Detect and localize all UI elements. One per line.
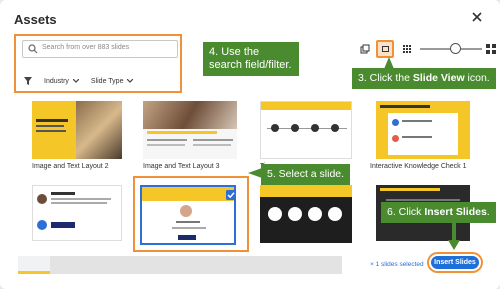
callout-arrow [448, 220, 460, 250]
filter-bar: Industry Slide Type [24, 75, 134, 87]
filter-icon [24, 77, 32, 85]
chevron-down-icon [72, 79, 79, 83]
slide-title: Interactive Knowledge Check 1 [370, 163, 467, 170]
slide-type-filter[interactable]: Slide Type [91, 78, 134, 85]
insert-slides-button[interactable]: Insert Slides [429, 254, 481, 271]
slide-view-button[interactable] [376, 40, 394, 58]
selected-slides-tray [18, 256, 342, 274]
close-icon[interactable] [470, 10, 484, 24]
search-input[interactable]: Search from over 883 slides [22, 40, 178, 58]
slide-thumbnail[interactable] [376, 101, 470, 159]
slide-type-filter-label: Slide Type [90, 77, 124, 85]
grid-view-icon[interactable] [403, 45, 411, 53]
slide-thumbnail-selected[interactable] [140, 185, 236, 245]
callout-slide-view-suffix: icon. [464, 72, 490, 84]
callout-arrow [248, 168, 262, 178]
search-placeholder: Search from over 883 slides [42, 44, 130, 51]
callout-slide-view-bold: Slide View [412, 72, 465, 84]
callout-insert-suffix: . [486, 206, 490, 218]
callout-insert: 6. Click Insert Slides. [381, 202, 496, 223]
industry-filter[interactable]: Industry [44, 78, 79, 85]
zoom-slider-handle[interactable] [450, 43, 461, 54]
slide-thumbnail[interactable] [260, 185, 352, 243]
callout-insert-bold: Insert Slides [424, 206, 487, 218]
copy-icon[interactable] [360, 44, 370, 54]
search-icon [28, 44, 38, 54]
slide-thumbnail[interactable] [32, 101, 122, 159]
callout-arrow [384, 57, 394, 69]
assets-dialog: Assets Search from over 883 slides Indus… [0, 0, 500, 289]
slide-thumbnail[interactable] [32, 185, 122, 241]
dialog-title: Assets [14, 12, 57, 27]
callout-insert-prefix: 6. Click [387, 206, 425, 218]
callout-slide-view: 3. Click the Slide View icon. [352, 68, 496, 89]
chevron-down-icon [127, 79, 134, 83]
slide-title: Image and Text Layout 2 [32, 163, 109, 170]
industry-filter-label: Industry [44, 77, 69, 85]
slide-thumbnail[interactable] [260, 101, 352, 159]
checkbox-checked-icon[interactable] [226, 190, 236, 200]
slide-view-icon [382, 46, 389, 52]
callout-select: 5. Select a slide. [261, 164, 351, 185]
slide-title: Image and Text Layout 3 [143, 163, 220, 170]
selection-count[interactable]: × 1 slides selected [370, 261, 424, 268]
large-grid-icon[interactable] [486, 44, 496, 54]
callout-search: 4. Use the search field/filter. [203, 42, 299, 76]
selected-slide-mini-thumbnail[interactable] [18, 256, 50, 274]
callout-slide-view-prefix: 3. Click the [358, 72, 413, 84]
slide-thumbnail[interactable] [143, 101, 237, 159]
